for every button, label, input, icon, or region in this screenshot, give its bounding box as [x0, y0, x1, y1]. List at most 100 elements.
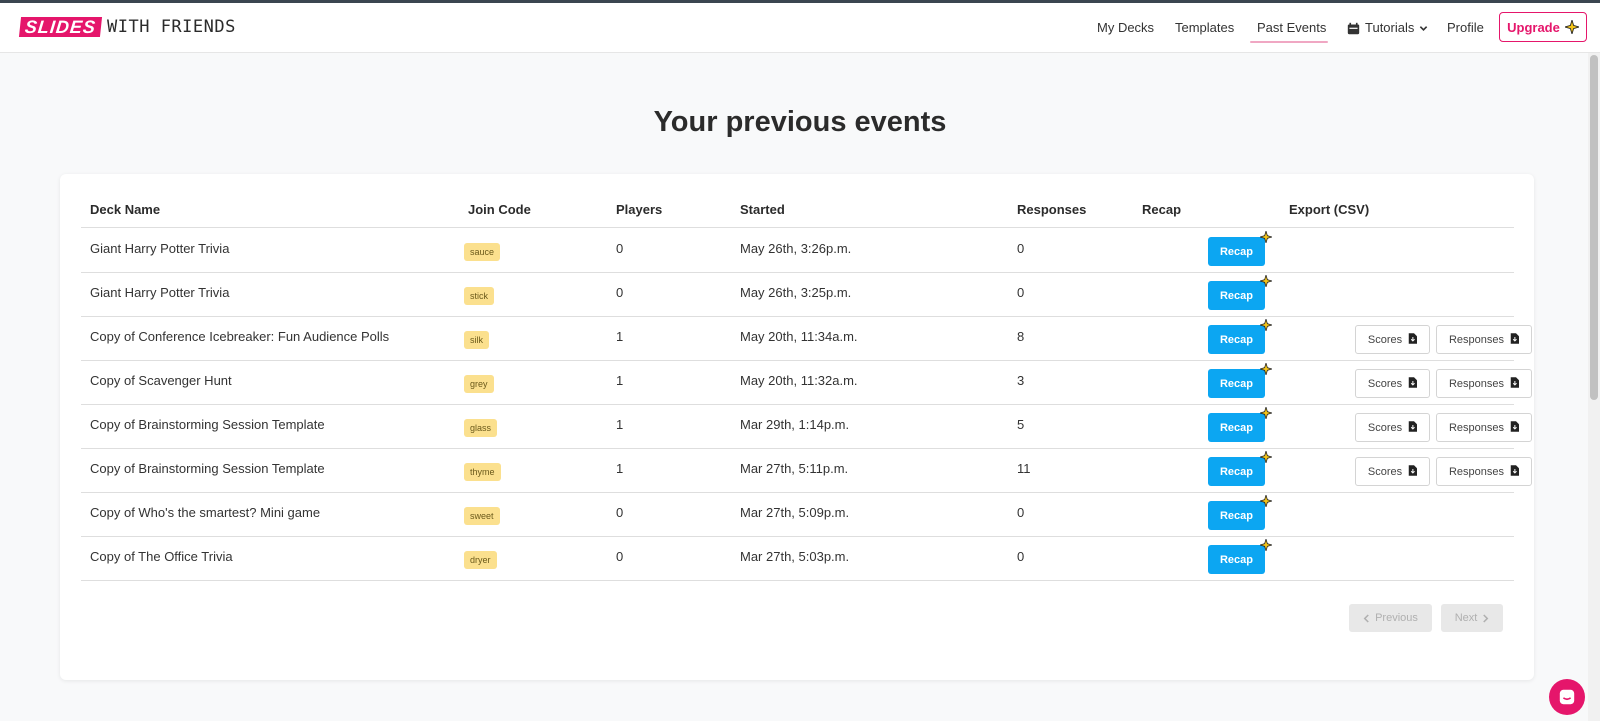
logo[interactable]: SLIDES WITH FRIENDS [18, 17, 236, 37]
table-row: Giant Harry Potter Trivia stick 0 May 26th,… [81, 273, 1514, 317]
export-scores-button[interactable]: Scores [1355, 413, 1430, 442]
responses-label: Responses [1448, 377, 1505, 390]
chevron-right-icon [1483, 613, 1489, 623]
players-count: 0 [616, 505, 624, 520]
recap-button[interactable]: Recap [1208, 413, 1265, 442]
logo-slides: SLIDES [18, 17, 103, 37]
recap-button[interactable]: Recap [1208, 545, 1265, 574]
sparkle-icon [1258, 273, 1274, 289]
players-count: 1 [616, 417, 624, 432]
sparkle-icon [1564, 20, 1579, 34]
export-responses-button[interactable]: Responses [1436, 369, 1532, 398]
nav-profile[interactable]: Profile [1447, 17, 1484, 39]
recap-label: Recap [1219, 289, 1254, 302]
recap-button[interactable]: Recap [1208, 457, 1265, 486]
players-count: 1 [616, 373, 624, 388]
recap-button[interactable]: Recap [1208, 281, 1265, 310]
sparkle-icon [1258, 493, 1274, 509]
join-code-badge: dryer [464, 551, 497, 569]
join-code-badge: silk [464, 331, 489, 349]
nav-tutorials[interactable]: Tutorials [1347, 17, 1428, 39]
join-code-badge: glass [464, 419, 498, 437]
previous-label: Previous [1375, 612, 1418, 624]
file-download-icon [1408, 464, 1418, 479]
export-responses-button[interactable]: Responses [1436, 325, 1532, 354]
responses-label: Responses [1448, 333, 1505, 346]
sparkle-icon [1258, 405, 1274, 421]
recap-label: Recap [1219, 421, 1254, 434]
next-page-button[interactable]: Next [1441, 604, 1503, 632]
page-scrollbar[interactable] [1588, 53, 1600, 721]
file-download-icon [1408, 420, 1418, 435]
recap-button[interactable]: Recap [1208, 501, 1265, 530]
sparkle-icon [1258, 317, 1274, 333]
responses-count: 0 [1017, 241, 1025, 256]
previous-page-button[interactable]: Previous [1349, 604, 1432, 632]
file-download-icon [1408, 332, 1418, 347]
deck-name[interactable]: Copy of Brainstorming Session Template [90, 461, 325, 476]
export-responses-button[interactable]: Responses [1436, 457, 1532, 486]
chevron-left-icon [1363, 613, 1369, 623]
deck-name[interactable]: Copy of The Office Trivia [90, 549, 233, 564]
recap-button[interactable]: Recap [1208, 325, 1265, 354]
header-players: Players [616, 202, 663, 217]
header-responses: Responses [1017, 202, 1087, 217]
file-download-icon [1510, 464, 1520, 479]
started-time: May 26th, 3:26p.m. [740, 241, 852, 256]
started-time: Mar 27th, 5:11p.m. [740, 461, 849, 476]
chat-icon [1559, 689, 1575, 705]
header-join-code: Join Code [468, 202, 531, 217]
export-scores-button[interactable]: Scores [1355, 325, 1430, 354]
nav-my-decks[interactable]: My Decks [1097, 17, 1154, 39]
scores-label: Scores [1367, 421, 1403, 434]
export-scores-button[interactable]: Scores [1355, 457, 1430, 486]
navbar: SLIDES WITH FRIENDS My Decks Templates P… [0, 3, 1600, 53]
deck-name[interactable]: Giant Harry Potter Trivia [90, 285, 229, 300]
scores-label: Scores [1367, 377, 1403, 390]
export-responses-button[interactable]: Responses [1436, 413, 1532, 442]
header-recap: Recap [1142, 202, 1182, 217]
responses-count: 0 [1017, 285, 1025, 300]
sparkle-icon [1258, 361, 1274, 377]
recap-label: Recap [1219, 465, 1254, 478]
responses-count: 0 [1017, 549, 1025, 564]
recap-label: Recap [1219, 377, 1254, 390]
deck-name[interactable]: Copy of Conference Icebreaker: Fun Audie… [90, 329, 389, 344]
players-count: 1 [616, 461, 624, 476]
responses-count: 3 [1017, 373, 1025, 388]
export-scores-button[interactable]: Scores [1355, 369, 1430, 398]
next-label: Next [1454, 612, 1478, 624]
recap-button[interactable]: Recap [1208, 237, 1265, 266]
started-time: May 20th, 11:32a.m. [740, 373, 858, 388]
nav-templates[interactable]: Templates [1175, 17, 1234, 39]
join-code-badge: stick [464, 287, 494, 305]
started-time: May 20th, 11:34a.m. [740, 329, 858, 344]
deck-name[interactable]: Copy of Scavenger Hunt [90, 373, 232, 388]
header-export: Export (CSV) [1289, 202, 1370, 217]
responses-count: 5 [1017, 417, 1025, 432]
recap-button[interactable]: Recap [1208, 369, 1265, 398]
table-row: Copy of Conference Icebreaker: Fun Audie… [81, 317, 1532, 361]
responses-count: 11 [1017, 461, 1031, 476]
table-row: Copy of Brainstorming Session Template th… [81, 449, 1532, 493]
scores-label: Scores [1367, 333, 1403, 346]
deck-name[interactable]: Giant Harry Potter Trivia [90, 241, 229, 256]
nav-active-underline [1250, 41, 1328, 43]
sparkle-icon [1258, 229, 1274, 245]
deck-name[interactable]: Copy of Who's the smartest? Mini game [90, 505, 320, 520]
upgrade-button[interactable]: Upgrade [1499, 12, 1587, 42]
file-download-icon [1510, 332, 1520, 347]
deck-name[interactable]: Copy of Brainstorming Session Template [90, 417, 325, 432]
started-time: May 26th, 3:25p.m. [740, 285, 852, 300]
recap-label: Recap [1219, 553, 1254, 566]
chat-launcher-button[interactable] [1549, 679, 1585, 715]
players-count: 1 [616, 329, 624, 344]
join-code-badge: sauce [464, 243, 501, 261]
events-table-card: Deck Name Join Code Players Started Resp… [60, 174, 1534, 680]
started-time: Mar 27th, 5:03p.m. [740, 549, 850, 564]
started-time: Mar 27th, 5:09p.m. [740, 505, 850, 520]
nav-past-events[interactable]: Past Events [1257, 17, 1326, 39]
chevron-down-icon [1420, 25, 1428, 31]
responses-label: Responses [1448, 421, 1505, 434]
file-download-icon [1510, 376, 1520, 391]
